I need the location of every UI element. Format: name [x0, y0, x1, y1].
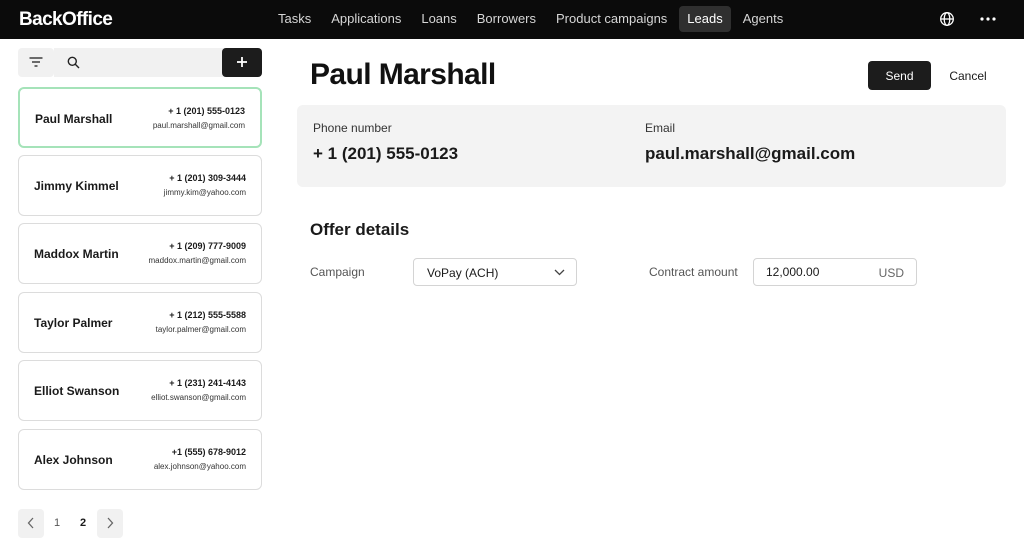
contract-amount-label: Contract amount	[649, 265, 738, 279]
lead-card[interactable]: Taylor Palmer + 1 (212) 555-5588 taylor.…	[18, 292, 262, 353]
email-value: paul.marshall@gmail.com	[645, 144, 856, 163]
lead-name: Alex Johnson	[34, 453, 113, 467]
chevron-down-icon	[554, 269, 565, 276]
phone-value: + 1 (201) 555-0123	[313, 144, 459, 163]
contract-amount-input[interactable]	[766, 259, 866, 285]
lead-email: jimmy.kim@yahoo.com	[163, 188, 246, 197]
campaign-select[interactable]: VoPay (ACH)	[413, 258, 577, 286]
search-field[interactable]	[54, 48, 234, 77]
prev-page-button[interactable]	[18, 509, 44, 538]
lead-phone: +1 (555) 678-9012	[171, 447, 246, 457]
contact-info-panel: Phone number + 1 (201) 555-0123 Email pa…	[297, 105, 1006, 187]
filter-button[interactable]	[18, 48, 54, 77]
lead-name: Maddox Martin	[34, 247, 119, 261]
phone-label: Phone number	[313, 121, 392, 135]
lead-name: Jimmy Kimmel	[34, 179, 119, 193]
nav-item-agents[interactable]: Agents	[735, 6, 791, 32]
lead-phone: + 1 (209) 777-9009	[169, 241, 246, 251]
campaign-selected-value: VoPay (ACH)	[427, 266, 499, 280]
send-button[interactable]: Send	[868, 61, 931, 90]
brand-logo[interactable]: BackOffice	[19, 9, 113, 31]
nav-item-loans[interactable]: Loans	[413, 6, 464, 32]
next-page-button[interactable]	[97, 509, 123, 538]
lead-email: maddox.martin@gmail.com	[148, 256, 246, 265]
lead-phone: + 1 (201) 309-3444	[169, 173, 246, 183]
search-icon	[67, 56, 80, 69]
offer-details-heading: Offer details	[310, 220, 410, 239]
top-navigation-bar: BackOffice Tasks Applications Loans Borr…	[0, 0, 1024, 39]
page-1-button[interactable]: 1	[44, 509, 70, 538]
lead-card[interactable]: Elliot Swanson + 1 (231) 241-4143 elliot…	[18, 360, 262, 421]
lead-email: alex.johnson@yahoo.com	[153, 462, 246, 471]
chevron-left-icon	[27, 517, 34, 529]
lead-name: Taylor Palmer	[34, 316, 113, 330]
cancel-button[interactable]: Cancel	[940, 61, 996, 90]
add-lead-button[interactable]	[222, 48, 262, 77]
nav-item-product-campaigns[interactable]: Product campaigns	[548, 6, 675, 32]
lead-card[interactable]: Paul Marshall + 1 (201) 555-0123 paul.ma…	[18, 87, 262, 148]
lead-name: Paul Marshall	[35, 112, 113, 126]
lead-card[interactable]: Alex Johnson +1 (555) 678-9012 alex.john…	[18, 429, 262, 490]
lead-phone: + 1 (201) 555-0123	[168, 106, 245, 116]
nav-item-tasks[interactable]: Tasks	[270, 6, 319, 32]
filter-icon	[29, 57, 43, 67]
search-input[interactable]	[88, 48, 228, 77]
lead-card[interactable]: Jimmy Kimmel + 1 (201) 309-3444 jimmy.ki…	[18, 155, 262, 216]
nav-item-leads[interactable]: Leads	[679, 6, 731, 32]
page-title: Paul Marshall	[310, 58, 496, 91]
lead-name: Elliot Swanson	[34, 384, 120, 398]
chevron-right-icon	[107, 517, 114, 529]
lead-email: paul.marshall@gmail.com	[152, 121, 245, 130]
sidebar-toolbar	[18, 48, 262, 77]
currency-unit: USD	[878, 266, 904, 280]
lead-email: taylor.palmer@gmail.com	[155, 325, 246, 334]
campaign-label: Campaign	[310, 265, 365, 279]
nav-item-applications[interactable]: Applications	[323, 6, 409, 32]
lead-phone: + 1 (231) 241-4143	[169, 378, 246, 388]
page-2-button[interactable]: 2	[70, 509, 96, 538]
nav-item-borrowers[interactable]: Borrowers	[469, 6, 544, 32]
globe-icon[interactable]	[939, 11, 955, 27]
plus-icon	[237, 57, 247, 67]
main-nav: Tasks Applications Loans Borrowers Produ…	[270, 6, 795, 32]
lead-phone: + 1 (212) 555-5588	[169, 310, 246, 320]
email-label: Email	[645, 121, 676, 135]
lead-email: elliot.swanson@gmail.com	[151, 393, 246, 402]
lead-card[interactable]: Maddox Martin + 1 (209) 777-9009 maddox.…	[18, 223, 262, 284]
contract-amount-field: USD	[753, 258, 917, 286]
more-icon[interactable]	[979, 11, 997, 27]
